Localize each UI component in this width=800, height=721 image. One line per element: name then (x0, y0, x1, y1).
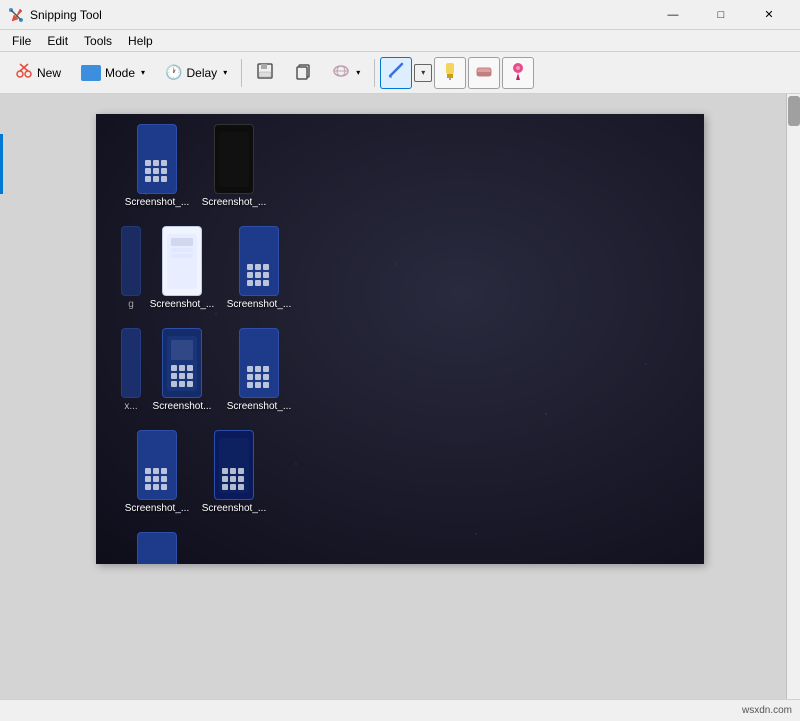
scissors-icon (15, 61, 33, 84)
icon-label: Screenshot_... (202, 503, 266, 514)
list-item: Screenshot_... (223, 328, 295, 412)
icon-row-1: Screenshot_... Screenshot_... (106, 124, 295, 216)
send-button[interactable]: ▾ (323, 57, 369, 89)
close-button[interactable]: ✕ (746, 0, 792, 30)
icon-label: Screenshot_... (125, 197, 189, 208)
delay-label: Delay (187, 66, 218, 80)
pen-icon (386, 60, 406, 85)
save-icon (256, 62, 274, 83)
icon-thumbnail (214, 124, 254, 194)
content-area[interactable]: Screenshot_... Screenshot_... g (0, 94, 800, 699)
window-title: Snipping Tool (30, 8, 650, 22)
list-item: Screenshot_... (223, 226, 295, 310)
mode-caret: ▾ (141, 68, 145, 77)
menu-help[interactable]: Help (120, 32, 161, 50)
highlighter-button[interactable] (434, 57, 466, 89)
icon-thumbnail (214, 430, 254, 500)
icon-thumbnail (137, 532, 177, 564)
icon-thumbnail (121, 328, 141, 398)
icon-thumbnail (137, 124, 177, 194)
menu-tools[interactable]: Tools (76, 32, 120, 50)
separator-2 (374, 59, 375, 87)
mode-icon (81, 65, 101, 81)
app-icon (8, 7, 24, 23)
menu-bar: File Edit Tools Help (0, 30, 800, 52)
list-item: x... (121, 328, 141, 412)
icon-thumbnail (239, 328, 279, 398)
icon-row-4: Screenshot_... Screenshot_... (106, 430, 295, 522)
icon-label: Screenshot_... (227, 299, 291, 310)
list-item: Screenshot_... (121, 532, 193, 564)
list-item: g (121, 226, 141, 310)
title-bar: Snipping Tool — □ ✕ (0, 0, 800, 30)
menu-edit[interactable]: Edit (39, 32, 76, 50)
list-item: Screenshot_... (198, 124, 270, 208)
new-label: New (37, 66, 61, 80)
list-item: Screenshot_... (198, 430, 270, 514)
copy-icon (294, 62, 312, 83)
send-caret: ▾ (356, 68, 360, 77)
delay-button[interactable]: 🕐 Delay ▾ (156, 57, 236, 89)
separator-1 (241, 59, 242, 87)
copy-button[interactable] (285, 57, 321, 89)
list-item: Screenshot... (146, 328, 218, 412)
icon-thumbnail (121, 226, 141, 296)
pen-options-button[interactable]: ▾ (414, 64, 432, 82)
watermark-text: wsxdn.com (742, 705, 792, 716)
send-icon (332, 62, 350, 83)
mode-label: Mode (105, 66, 135, 80)
scroll-thumb[interactable] (788, 96, 800, 126)
eraser-button[interactable] (468, 57, 500, 89)
icon-row-2: g Screenshot_... (106, 226, 295, 318)
icon-row-3: x... Screenshot... (106, 328, 295, 420)
icon-label: Screenshot... (153, 401, 212, 412)
icon-label: g (128, 299, 134, 310)
maximize-button[interactable]: □ (698, 0, 744, 30)
menu-file[interactable]: File (4, 32, 39, 50)
icon-label: Screenshot_... (125, 503, 189, 514)
delay-caret: ▾ (223, 68, 227, 77)
toolbar: New Mode ▾ 🕐 Delay ▾ (0, 52, 800, 94)
icon-label: x... (124, 401, 137, 412)
icon-thumbnail (162, 226, 202, 296)
clock-icon: 🕐 (165, 64, 182, 81)
icon-label: Screenshot_... (227, 401, 291, 412)
new-button[interactable]: New (6, 57, 70, 89)
color-button[interactable] (502, 57, 534, 89)
scrollbar-right[interactable] (786, 94, 800, 699)
left-marker (0, 134, 3, 194)
list-item: Screenshot_... (121, 124, 193, 208)
pen-tool-button[interactable] (380, 57, 412, 89)
list-item: Screenshot_... (121, 430, 193, 514)
minimize-button[interactable]: — (650, 0, 696, 30)
save-button[interactable] (247, 57, 283, 89)
icon-thumbnail (137, 430, 177, 500)
color-icon (508, 60, 528, 85)
title-bar-controls: — □ ✕ (650, 0, 792, 30)
status-bar: wsxdn.com (0, 699, 800, 721)
icon-thumbnail (239, 226, 279, 296)
icon-row-5: Screenshot_... (106, 532, 295, 564)
snip-canvas: Screenshot_... Screenshot_... g (96, 114, 704, 564)
desktop-background: Screenshot_... Screenshot_... g (96, 114, 704, 564)
pen-arrow-icon: ▾ (421, 68, 425, 77)
icon-label: Screenshot_... (150, 299, 214, 310)
list-item: Screenshot_... (146, 226, 218, 310)
icon-thumbnail (162, 328, 202, 398)
eraser-icon (474, 60, 494, 85)
mode-button[interactable]: Mode ▾ (72, 57, 154, 89)
icon-label: Screenshot_... (202, 197, 266, 208)
highlighter-icon (440, 60, 460, 85)
